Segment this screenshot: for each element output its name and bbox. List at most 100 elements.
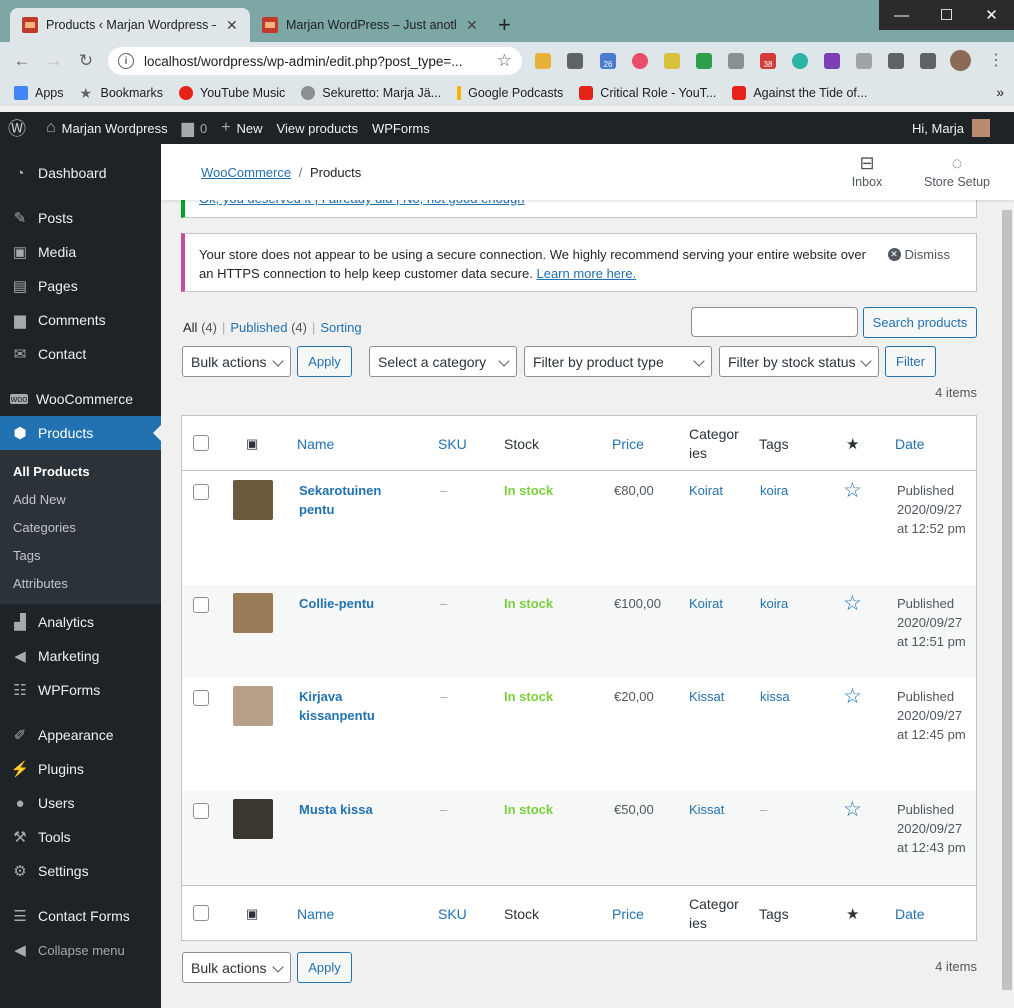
column-sku-sort[interactable]: SKU xyxy=(438,416,467,471)
extension-icon[interactable] xyxy=(632,53,648,69)
product-name-link[interactable]: Collie-pentu xyxy=(299,594,419,613)
featured-star-icon[interactable]: ☆ xyxy=(843,593,862,614)
site-name-link[interactable]: ⌂ Marjan Wordpress xyxy=(46,119,168,137)
sidebar-item-settings[interactable]: ⚙ Settings xyxy=(0,854,161,888)
submenu-add-new[interactable]: Add New xyxy=(13,492,66,507)
sidebar-item-posts[interactable]: ✎ Posts xyxy=(0,201,161,235)
address-bar[interactable]: i localhost/wordpress/wp-admin/edit.php?… xyxy=(108,47,522,75)
more-bookmarks-icon[interactable]: » xyxy=(996,84,1004,100)
category-link[interactable]: Koirat xyxy=(689,481,723,500)
product-name-link[interactable]: Musta kissa xyxy=(299,800,419,819)
extension-icon[interactable] xyxy=(664,53,680,69)
sidebar-item-plugins[interactable]: ⚡ Plugins xyxy=(0,752,161,786)
collapse-menu-button[interactable]: ◀ Collapse menu xyxy=(0,933,161,967)
tag-link[interactable]: koira xyxy=(760,594,788,613)
bulk-actions-select-bottom[interactable]: Bulk actions xyxy=(182,952,291,983)
calendar-extension-icon[interactable]: 26 xyxy=(600,53,616,69)
column-name-sort[interactable]: Name xyxy=(297,416,334,471)
category-link[interactable]: Koirat xyxy=(689,594,723,613)
category-select[interactable]: Select a category xyxy=(369,346,517,377)
filter-button[interactable]: Filter xyxy=(885,346,936,377)
sidebar-item-contact-forms[interactable]: ☰ Contact Forms xyxy=(0,899,161,933)
submenu-all-products[interactable]: All Products xyxy=(13,464,90,479)
my-account-link[interactable]: Hi, Marja xyxy=(912,112,990,144)
sidebar-item-dashboard[interactable]: ◔ Dashboard xyxy=(0,156,161,190)
search-products-button[interactable]: Search products xyxy=(863,307,977,338)
sidebar-item-pages[interactable]: ▤ Pages xyxy=(0,269,161,303)
product-thumbnail[interactable] xyxy=(233,686,273,726)
bookmark-bookmarks[interactable]: ★ Bookmarks xyxy=(80,86,164,100)
column-sku-sort[interactable]: SKU xyxy=(438,886,467,941)
sidebar-item-products[interactable]: ⬢ Products xyxy=(0,416,161,450)
dismiss-button[interactable]: ✕ Dismiss xyxy=(887,245,950,264)
onenote-extension-icon[interactable] xyxy=(824,53,840,69)
todo-extension-icon[interactable]: 38 xyxy=(760,53,776,69)
forward-icon[interactable]: → xyxy=(38,51,70,71)
bookmark-apps[interactable]: Apps xyxy=(14,86,64,100)
sidebar-item-contact[interactable]: ✉ Contact xyxy=(0,337,161,371)
submenu-attributes[interactable]: Attributes xyxy=(13,576,68,591)
column-name-sort[interactable]: Name xyxy=(297,886,334,941)
page-scrollbar[interactable] xyxy=(1000,200,1014,1008)
bookmark-sekuretto[interactable]: Sekuretto: Marja Jä... xyxy=(301,86,441,100)
bookmark-google-podcasts[interactable]: Google Podcasts xyxy=(457,86,563,100)
inbox-button[interactable]: ⊟ Inbox xyxy=(844,153,890,189)
browser-tab-site[interactable]: Marjan WordPress – Just another ✕ xyxy=(250,8,490,42)
breadcrumb-woocommerce-link[interactable]: WooCommerce xyxy=(201,165,291,180)
minimize-icon[interactable]: — xyxy=(879,0,924,30)
sidebar-item-analytics[interactable]: ▟ Analytics xyxy=(0,605,161,639)
product-thumbnail[interactable] xyxy=(233,480,273,520)
product-name-link[interactable]: Kirjava kissanpentu xyxy=(299,687,419,725)
product-type-select[interactable]: Filter by product type xyxy=(524,346,712,377)
tag-link[interactable]: kissa xyxy=(760,687,790,706)
featured-column-star-icon[interactable]: ★ xyxy=(846,886,859,941)
stock-status-select[interactable]: Filter by stock status xyxy=(719,346,879,377)
extension-icon[interactable] xyxy=(567,53,583,69)
submenu-tags[interactable]: Tags xyxy=(13,548,40,563)
sidebar-item-comments[interactable]: ▆ Comments xyxy=(0,303,161,337)
view-sorting-link[interactable]: Sorting xyxy=(320,320,361,335)
select-all-checkbox[interactable] xyxy=(193,435,209,451)
chrome-menu-icon[interactable]: ⋮ xyxy=(988,50,1004,70)
sidebar-item-marketing[interactable]: ◀ Marketing xyxy=(0,639,161,673)
row-checkbox[interactable] xyxy=(193,803,209,819)
select-all-checkbox[interactable] xyxy=(193,905,209,921)
extension-icon[interactable] xyxy=(792,53,808,69)
back-icon[interactable]: ← xyxy=(6,51,38,71)
featured-star-icon[interactable]: ☆ xyxy=(843,799,862,820)
product-name-link[interactable]: Sekarotuinen pentu xyxy=(299,481,419,519)
apply-button-bottom[interactable]: Apply xyxy=(297,952,352,983)
reload-icon[interactable]: ↻ xyxy=(70,51,102,71)
table-row[interactable]: Kirjava kissanpentu – In stock €20,00 Kissat k… xyxy=(182,678,976,791)
sidebar-item-tools[interactable]: ⚒ Tools xyxy=(0,820,161,854)
category-link[interactable]: Kissat xyxy=(689,687,724,706)
featured-column-star-icon[interactable]: ★ xyxy=(846,416,859,471)
column-price-sort[interactable]: Price xyxy=(612,886,644,941)
column-date-sort[interactable]: Date xyxy=(895,416,925,471)
product-thumbnail[interactable] xyxy=(233,799,273,839)
tag-link[interactable]: koira xyxy=(760,481,788,500)
comments-link[interactable]: ▆ 0 xyxy=(182,118,208,138)
site-info-icon[interactable]: i xyxy=(118,53,134,69)
row-checkbox[interactable] xyxy=(193,597,209,613)
sidebar-item-users[interactable]: ● Users xyxy=(0,786,161,820)
extension-icon[interactable] xyxy=(856,53,872,69)
table-row[interactable]: Collie-pentu – In stock €100,00 Koirat koira ☆… xyxy=(182,585,976,678)
featured-star-icon[interactable]: ☆ xyxy=(843,480,862,501)
sidebar-item-woocommerce[interactable]: woo WooCommerce xyxy=(0,382,161,416)
profile-avatar[interactable] xyxy=(950,50,971,71)
new-tab-icon[interactable]: + xyxy=(498,14,511,36)
reading-list-icon[interactable] xyxy=(920,53,936,69)
store-setup-button[interactable]: ◌ Store Setup xyxy=(914,153,1000,189)
close-window-icon[interactable]: ✕ xyxy=(969,0,1014,30)
bookmark-youtube-music[interactable]: YouTube Music xyxy=(179,86,285,100)
submenu-categories[interactable]: Categories xyxy=(13,520,76,535)
bulk-actions-select[interactable]: Bulk actions xyxy=(182,346,291,377)
sidebar-item-appearance[interactable]: ✐ Appearance xyxy=(0,718,161,752)
featured-star-icon[interactable]: ☆ xyxy=(843,686,862,707)
extensions-puzzle-icon[interactable] xyxy=(888,53,904,69)
row-checkbox[interactable] xyxy=(193,690,209,706)
view-all-link[interactable]: All (4) xyxy=(183,320,217,335)
sidebar-item-wpforms[interactable]: ☷ WPForms xyxy=(0,673,161,707)
tab-close-icon[interactable]: ✕ xyxy=(226,17,238,34)
